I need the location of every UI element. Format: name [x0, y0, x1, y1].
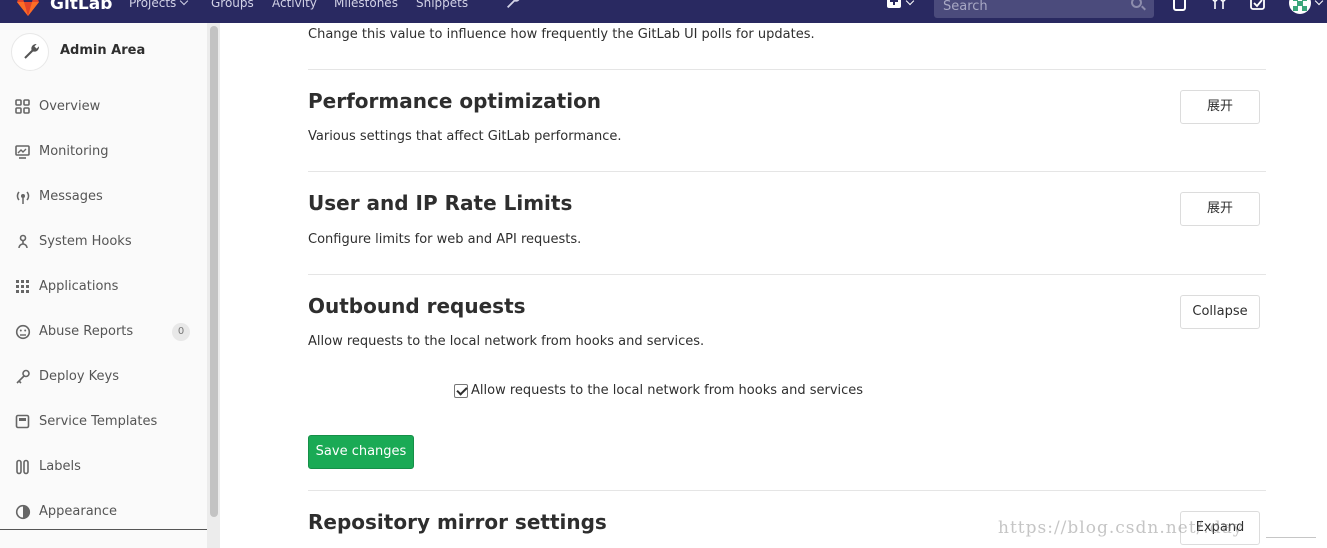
section-title-mirror: Repository mirror settings: [308, 510, 607, 534]
section-description-rate-limits: Configure limits for web and API request…: [308, 232, 582, 247]
save-changes-button[interactable]: Save changes: [308, 435, 414, 469]
sidebar-item-label: Service Templates: [39, 414, 158, 429]
chevron-down-icon[interactable]: [1314, 0, 1324, 6]
abuse-icon: [15, 324, 31, 340]
sidebar-header[interactable]: Admin Area: [0, 23, 207, 81]
wrench-icon: [24, 44, 39, 59]
section-description-outbound: Allow requests to the local network from…: [308, 334, 705, 349]
sidebar-item-abuse-reports[interactable]: Abuse Reports 0: [0, 309, 207, 354]
issues-icon[interactable]: [1172, 0, 1188, 11]
abuse-count-badge: 0: [172, 323, 190, 341]
sidebar-item-label: Deploy Keys: [39, 369, 119, 384]
sidebar-item-label: Applications: [39, 279, 119, 294]
todos-icon[interactable]: [1250, 0, 1266, 11]
admin-avatar: [11, 33, 49, 71]
sidebar-item-messages[interactable]: Messages: [0, 174, 207, 219]
main-content: Change this value to influence how frequ…: [221, 23, 1327, 548]
merge-requests-icon[interactable]: [1211, 0, 1227, 11]
sidebar-scrollbar[interactable]: [207, 23, 220, 548]
expand-rate-limits-button[interactable]: 展开: [1180, 192, 1260, 226]
gitlab-logo-icon[interactable]: [14, 0, 42, 16]
sidebar-divider: [0, 529, 207, 530]
top-navbar: GitLab Projects Groups Activity Mileston…: [0, 0, 1327, 23]
scrollbar-thumb[interactable]: [210, 26, 218, 517]
nav-projects[interactable]: Projects: [129, 0, 189, 11]
section-divider: [308, 490, 1266, 491]
sidebar-title: Admin Area: [60, 43, 146, 58]
expand-performance-button[interactable]: 展开: [1180, 90, 1260, 124]
sidebar-item-label: Overview: [39, 99, 101, 114]
chevron-down-icon[interactable]: [905, 0, 915, 6]
watermark-text: https://blog.csdn.net/.day: [998, 518, 1244, 538]
sidebar-item-appearance[interactable]: Appearance: [0, 489, 207, 534]
sidebar-item-applications[interactable]: Applications: [0, 264, 207, 309]
allow-local-requests-checkbox[interactable]: [454, 384, 468, 398]
appearance-icon: [15, 504, 31, 520]
nav-activity[interactable]: Activity: [272, 0, 317, 11]
section-title-rate-limits: User and IP Rate Limits: [308, 191, 573, 215]
collapse-outbound-button[interactable]: Collapse: [1180, 295, 1260, 329]
broadcast-icon: [16, 191, 30, 204]
monitor-icon: [15, 145, 30, 159]
sidebar-item-monitoring[interactable]: Monitoring: [0, 129, 207, 174]
sidebar-item-service-templates[interactable]: Service Templates: [0, 399, 207, 444]
nav-groups[interactable]: Groups: [211, 0, 254, 11]
nav-milestones[interactable]: Milestones: [334, 0, 398, 11]
key-icon: [16, 369, 30, 384]
sidebar-item-label: Messages: [39, 189, 103, 204]
sidebar-item-label: Monitoring: [39, 144, 109, 159]
overview-grid-icon: [15, 99, 30, 114]
new-plus-icon[interactable]: [887, 0, 901, 8]
admin-wrench-icon[interactable]: [505, 0, 521, 10]
sidebar-item-deploy-keys[interactable]: Deploy Keys: [0, 354, 207, 399]
hook-icon: [18, 234, 28, 249]
brand-name[interactable]: GitLab: [50, 0, 112, 14]
sidebar-item-label: System Hooks: [39, 234, 132, 249]
section-description-performance: Various settings that affect GitLab perf…: [308, 129, 622, 144]
watermark-underline: [1266, 537, 1316, 538]
section-divider: [308, 171, 1266, 172]
section-divider: [308, 69, 1266, 70]
template-icon: [15, 414, 30, 429]
sidebar-item-system-hooks[interactable]: System Hooks: [0, 219, 207, 264]
sidebar-item-label: Appearance: [39, 504, 118, 519]
sidebar-item-label: Abuse Reports: [39, 324, 134, 339]
admin-sidebar: Admin Area Overview Monitoring Messages: [0, 23, 220, 548]
search-input[interactable]: [934, 0, 1124, 18]
label-icon: [16, 459, 29, 475]
section-title-outbound: Outbound requests: [308, 294, 526, 318]
sidebar-item-label: Labels: [39, 459, 81, 474]
section-divider: [308, 274, 1266, 275]
allow-local-requests-label[interactable]: Allow requests to the local network from…: [471, 383, 863, 399]
nav-snippets[interactable]: Snippets: [416, 0, 468, 11]
apps-grid-icon: [16, 280, 29, 293]
search-icon: [1131, 0, 1142, 8]
search-box[interactable]: [934, 0, 1154, 18]
polling-description: Change this value to influence how frequ…: [308, 27, 815, 42]
avatar-pattern-icon: [1293, 0, 1307, 11]
sidebar-item-overview[interactable]: Overview: [0, 84, 207, 129]
chevron-down-icon: [180, 0, 189, 6]
avatar[interactable]: [1289, 0, 1311, 14]
sidebar-item-labels[interactable]: Labels: [0, 444, 207, 489]
section-title-performance: Performance optimization: [308, 89, 602, 113]
